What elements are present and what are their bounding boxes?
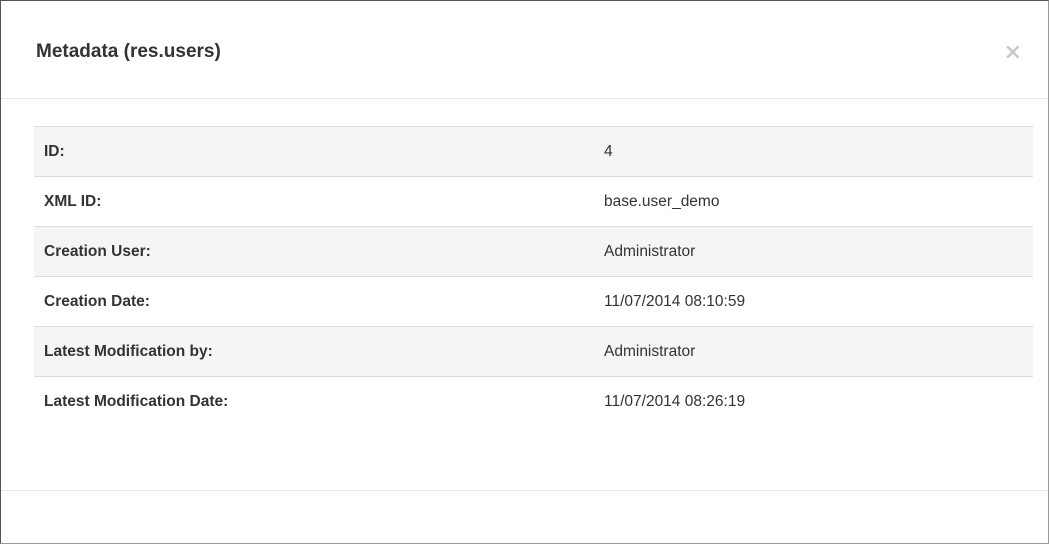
table-row: Latest Modification by: Administrator (34, 326, 1033, 377)
row-value-xml-id: base.user_demo (594, 176, 1033, 227)
table-row: Latest Modification Date: 11/07/2014 08:… (34, 376, 1033, 427)
row-label-creation-date: Creation Date: (34, 276, 594, 327)
row-label-latest-modification-by: Latest Modification by: (34, 326, 594, 377)
row-label-xml-id: XML ID: (34, 176, 594, 227)
row-value-creation-user: Administrator (594, 226, 1033, 277)
row-label-latest-modification-date: Latest Modification Date: (34, 376, 594, 427)
row-value-latest-modification-date: 11/07/2014 08:26:19 (594, 376, 1033, 427)
dialog-footer (1, 490, 1048, 544)
table-row: XML ID: base.user_demo (34, 176, 1033, 227)
row-value-creation-date: 11/07/2014 08:10:59 (594, 276, 1033, 327)
dialog-header: Metadata (res.users) × (1, 1, 1048, 99)
row-value-id: 4 (604, 142, 613, 160)
dialog-title: Metadata (res.users) (36, 41, 221, 62)
table-row: Creation Date: 11/07/2014 08:10:59 (34, 276, 1033, 327)
row-value-latest-modification-by: Administrator (594, 326, 1033, 377)
table-row: ID: 4 (34, 126, 1033, 177)
table-row: Creation User: Administrator (34, 226, 1033, 277)
row-label-creation-user: Creation User: (34, 226, 594, 277)
metadata-table: ID: 4 XML ID: base.user_demo Creation Us… (34, 126, 1033, 427)
close-icon[interactable]: × (1004, 41, 1022, 65)
metadata-dialog: Metadata (res.users) × ID: 4 XML ID: bas… (0, 0, 1049, 544)
row-label-id: ID: (44, 142, 65, 160)
dialog-body: ID: 4 XML ID: base.user_demo Creation Us… (34, 126, 1033, 427)
